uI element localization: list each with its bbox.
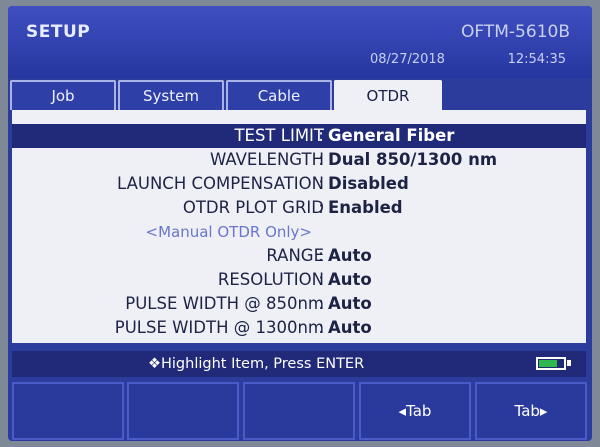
status-bar: ❖Highlight Item, Press ENTER <box>12 351 586 377</box>
setting-label: OTDR PLOT GRID <box>182 198 324 217</box>
setting-value: General Fiber <box>328 126 455 145</box>
setting-row-wavelength[interactable]: WAVELENGTH : Dual 850/1300 nm <box>12 148 586 172</box>
header-bar: SETUP OFTM-5610B 08/27/2018 12:54:35 <box>8 6 592 78</box>
tab-job[interactable]: Job <box>10 80 116 110</box>
next-tab-button[interactable]: Tab▸ <box>475 382 587 440</box>
otdr-settings-panel: TEST LIMIT : General Fiber WAVELENGTH : … <box>12 110 586 343</box>
separator: : <box>318 318 324 337</box>
page-title: SETUP <box>26 22 91 42</box>
device-screen: SETUP OFTM-5610B 08/27/2018 12:54:35 Job… <box>8 6 592 441</box>
tab-cable[interactable]: Cable <box>226 80 332 110</box>
setting-label: RESOLUTION <box>217 270 324 289</box>
separator: : <box>318 126 324 145</box>
setting-row-otdr-plot-grid[interactable]: OTDR PLOT GRID : Enabled <box>12 196 586 220</box>
status-hint: ❖Highlight Item, Press ENTER <box>148 356 365 372</box>
prev-tab-button[interactable]: ◂Tab <box>359 382 471 440</box>
setting-label: WAVELENGTH <box>209 150 324 169</box>
setting-value: Enabled <box>328 198 403 217</box>
separator: : <box>318 150 324 169</box>
setting-value: Auto <box>328 318 372 337</box>
separator: : <box>318 174 324 193</box>
time-display: 12:54:35 <box>507 52 566 67</box>
softkey-1[interactable] <box>12 382 124 440</box>
device-model: OFTM-5610B <box>461 22 570 42</box>
tab-otdr[interactable]: OTDR <box>334 80 442 114</box>
softkey-2[interactable] <box>127 382 239 440</box>
manual-otdr-note: <Manual OTDR Only> <box>12 220 586 244</box>
setting-value: Disabled <box>328 174 409 193</box>
separator: : <box>318 198 324 217</box>
setting-row-launch-compensation[interactable]: LAUNCH COMPENSATION : Disabled <box>12 172 586 196</box>
setting-row-test-limit[interactable]: TEST LIMIT : General Fiber <box>12 124 586 148</box>
setting-row-resolution[interactable]: RESOLUTION : Auto <box>12 268 586 292</box>
separator: : <box>318 246 324 265</box>
tab-system[interactable]: System <box>118 80 224 110</box>
battery-level-fill <box>539 360 557 367</box>
setting-row-range[interactable]: RANGE : Auto <box>12 244 586 268</box>
date-display: 08/27/2018 <box>370 52 445 67</box>
setting-row-pulse-width-1300[interactable]: PULSE WIDTH @ 1300nm : Auto <box>12 316 586 340</box>
battery-tip <box>567 360 571 366</box>
setting-label: LAUNCH COMPENSATION <box>117 174 324 193</box>
setting-row-pulse-width-850[interactable]: PULSE WIDTH @ 850nm : Auto <box>12 292 586 316</box>
manual-otdr-note-text: <Manual OTDR Only> <box>145 223 312 241</box>
battery-icon <box>536 357 566 370</box>
setting-label: PULSE WIDTH @ 850nm <box>125 294 324 313</box>
separator: : <box>318 270 324 289</box>
separator: : <box>318 294 324 313</box>
setting-value: Auto <box>328 270 372 289</box>
setting-value: Dual 850/1300 nm <box>328 150 498 169</box>
setting-value: Auto <box>328 246 372 265</box>
setting-value: Auto <box>328 294 372 313</box>
softkey-3[interactable] <box>243 382 355 440</box>
setting-label: PULSE WIDTH @ 1300nm <box>114 318 324 337</box>
setting-label: TEST LIMIT <box>234 126 324 145</box>
